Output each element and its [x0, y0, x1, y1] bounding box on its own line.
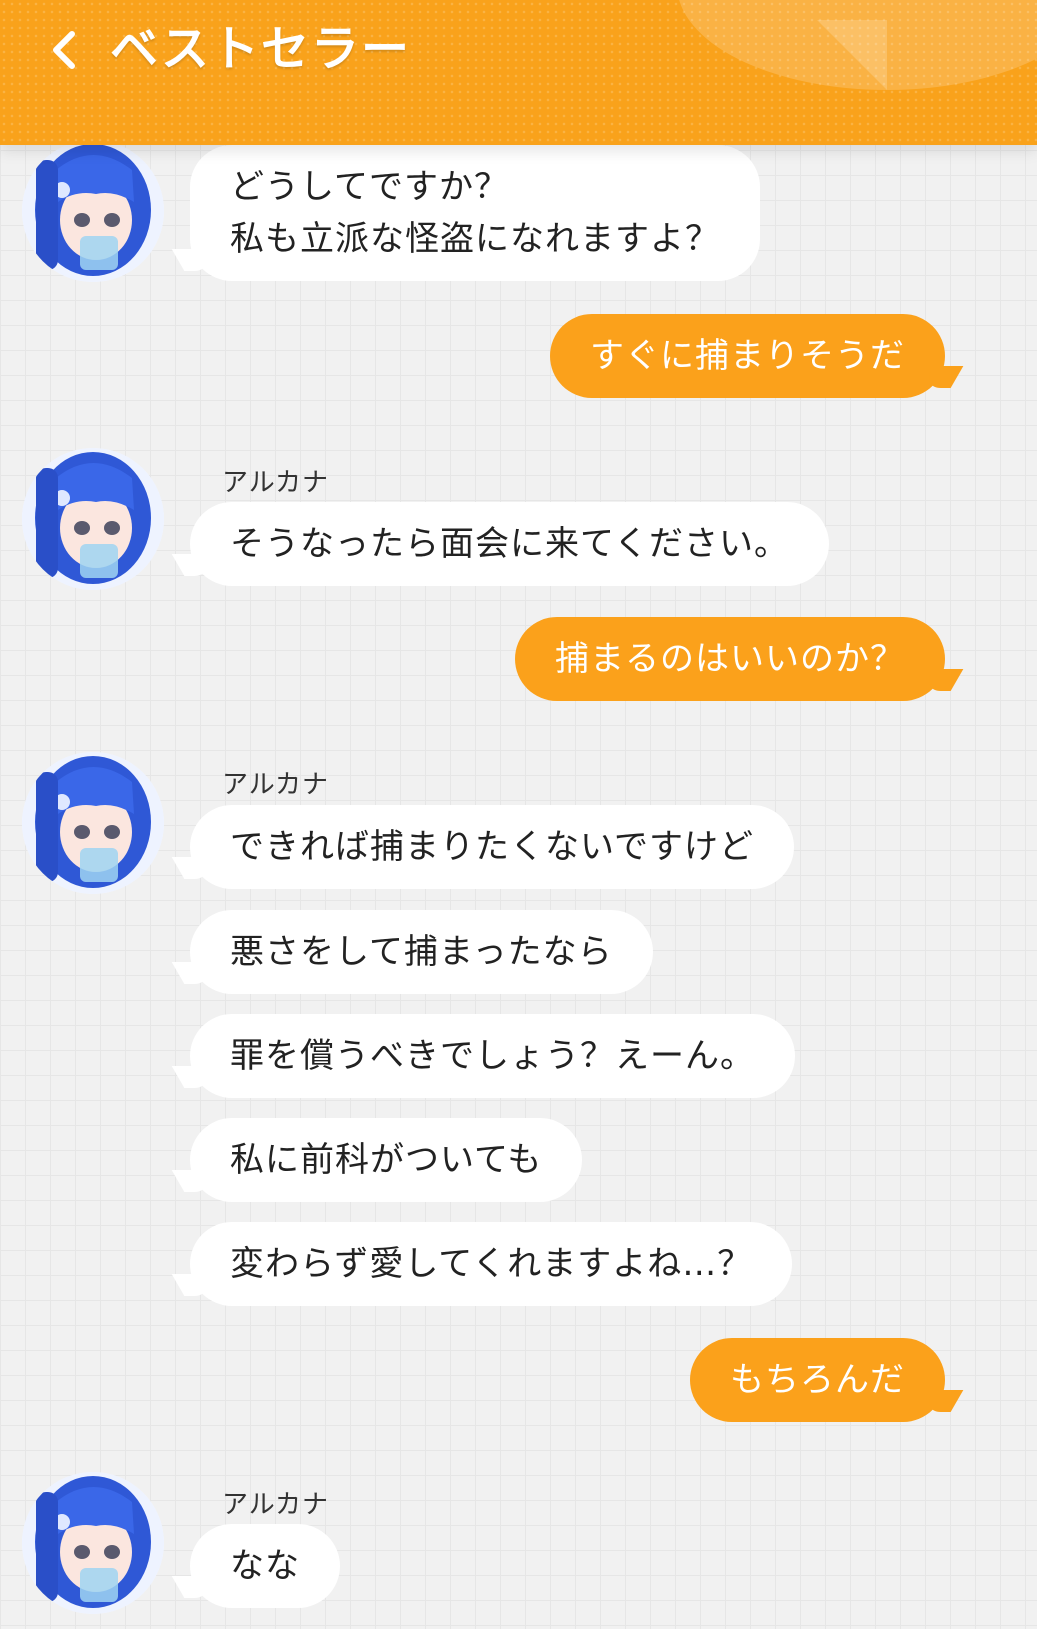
page-title: ベストセラー: [110, 21, 411, 77]
message-bubble-received: 罪を償うべきでしょう？えーん。: [190, 1014, 795, 1098]
message-bubble-received: なな: [190, 1524, 340, 1608]
message-bubble-received: そうなったら面会に来てください。: [190, 502, 829, 586]
message-text: 私に前科がついても: [230, 1140, 543, 1180]
message-text: できれば捕まりたくないですけど: [230, 827, 754, 867]
message-text: なな: [230, 1546, 300, 1586]
avatar[interactable]: [22, 140, 164, 282]
message-line: 私も立派な怪盗になれますよ？: [230, 219, 720, 259]
message-text: そうなったら面会に来てください。: [230, 524, 789, 564]
message-text: もちろんだ: [730, 1360, 905, 1400]
message-line: どうしてですか？: [230, 167, 509, 207]
back-button[interactable]: [40, 22, 90, 78]
character-avatar-icon: [22, 140, 164, 282]
character-avatar-icon: [22, 448, 164, 590]
message-bubble-sent: 捕まるのはいいのか？: [515, 617, 945, 701]
sender-name: アルカナ: [222, 770, 329, 800]
message-bubble-sent: もちろんだ: [690, 1338, 945, 1422]
message-bubble-received: 変わらず愛してくれますよね…？: [190, 1222, 793, 1306]
message-bubble-received: 悪さをして捕まったなら: [190, 910, 653, 994]
message-text: 悪さをして捕まったなら: [230, 932, 613, 972]
message-bubble-received: できれば捕まりたくないですけど: [190, 805, 794, 889]
message-bubble-received: どうしてですか？ 私も立派な怪盗になれますよ？: [190, 145, 760, 281]
header-decoration-tail: [817, 20, 887, 90]
message-text: 捕まるのはいいのか？: [555, 639, 905, 679]
sender-name: アルカナ: [222, 1490, 329, 1520]
avatar[interactable]: [22, 1472, 164, 1614]
character-avatar-icon: [22, 752, 164, 894]
message-text: 変わらず愛してくれますよね…？: [230, 1244, 753, 1284]
message-text: 罪を償うべきでしょう？えーん。: [230, 1036, 755, 1076]
message-text: すぐに捕まりそうだ: [590, 336, 905, 376]
message-bubble-sent: すぐに捕まりそうだ: [550, 314, 945, 398]
avatar[interactable]: [22, 448, 164, 590]
character-avatar-icon: [22, 1472, 164, 1614]
chevron-left-icon: [53, 31, 75, 69]
message-bubble-received: 私に前科がついても: [190, 1118, 583, 1202]
avatar[interactable]: [22, 752, 164, 894]
header-bar: ベストセラー: [0, 0, 1037, 145]
sender-name: アルカナ: [222, 468, 329, 498]
